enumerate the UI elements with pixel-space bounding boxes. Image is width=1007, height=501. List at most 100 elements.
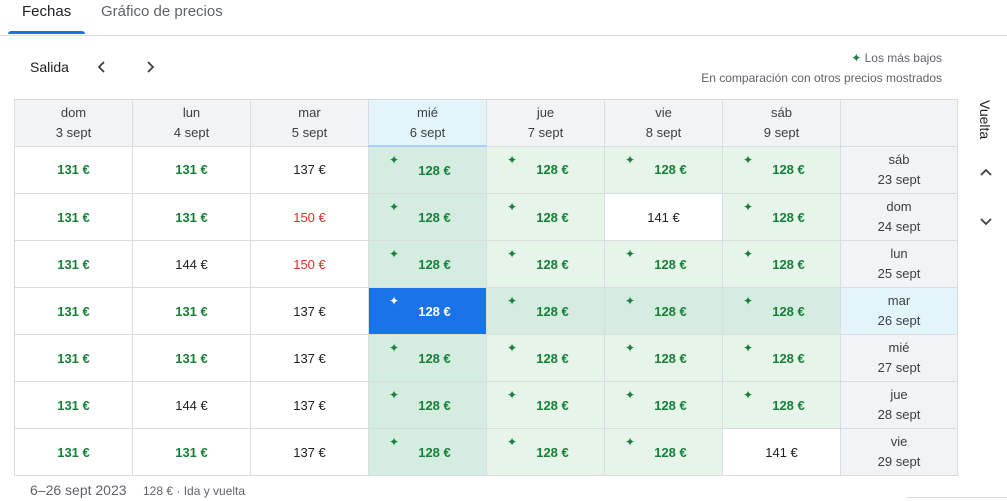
price-value: 128 €: [654, 162, 687, 178]
row-header: sáb 23 sept: [840, 145, 958, 194]
price-value: 128 €: [772, 350, 805, 366]
price-cell[interactable]: ✦ 128 €: [368, 334, 487, 382]
price-cell[interactable]: ✦ 128 €: [604, 287, 723, 335]
price-cell[interactable]: ✦ 128 €: [604, 145, 723, 194]
price-value: 128 €: [536, 209, 569, 225]
price-cell[interactable]: ✦ 128 €: [604, 428, 723, 476]
row-date: 28 sept: [877, 407, 921, 422]
price-cell[interactable]: ✦ 128 €: [368, 193, 487, 241]
price-cell[interactable]: ✦ 128 €: [486, 193, 605, 241]
column-header: dom 3 sept: [14, 99, 133, 147]
price-cell[interactable]: ✦ 128 €: [486, 240, 605, 288]
price-legend: ✦ Los más bajos En comparación con otros…: [701, 48, 942, 88]
price-value: 128 €: [772, 162, 805, 178]
price-cell[interactable]: 137 €: [250, 287, 369, 335]
price-cell[interactable]: 144 €: [132, 381, 251, 429]
price-value: 131 €: [57, 209, 90, 225]
price-cell[interactable]: 150 €: [250, 193, 369, 241]
price-cell[interactable]: ✦ 128 €: [486, 334, 605, 382]
price-cell[interactable]: 141 €: [604, 193, 723, 241]
sparkle-icon: ✦: [389, 153, 400, 167]
price-cell[interactable]: ✦ 128 €: [486, 381, 605, 429]
price-cell[interactable]: 137 €: [250, 145, 369, 194]
price-cell[interactable]: 131 €: [14, 428, 133, 476]
price-cell[interactable]: 131 €: [132, 428, 251, 476]
price-cell[interactable]: ✦ 128 €: [722, 381, 841, 429]
price-value: 128 €: [418, 303, 451, 319]
price-cell[interactable]: 131 €: [14, 334, 133, 382]
price-cell[interactable]: 137 €: [250, 334, 369, 382]
price-cell[interactable]: 131 €: [14, 240, 133, 288]
table-row: 131 € 131 € 137 € ✦ 128 € ✦ 128 € ✦ 128 € ✦ 128 € m…: [14, 287, 958, 335]
row-header: dom 24 sept: [840, 193, 958, 241]
price-value: 128 €: [536, 444, 569, 460]
row-dow: sáb: [888, 151, 910, 167]
row-date: 29 sept: [877, 454, 921, 469]
price-cell[interactable]: ✦ 128 €: [486, 145, 605, 194]
price-cell[interactable]: ✦ 128 €: [604, 240, 723, 288]
column-dow: mié: [417, 104, 438, 120]
price-cell[interactable]: 131 €: [132, 145, 251, 194]
price-cell[interactable]: 141 €: [722, 428, 841, 476]
price-value: 131 €: [57, 350, 90, 366]
price-cell[interactable]: ✦ 128 €: [486, 287, 605, 335]
price-value: 137 €: [293, 397, 326, 413]
price-cell[interactable]: ✦ 128 €: [722, 193, 841, 241]
price-cell[interactable]: 131 €: [14, 381, 133, 429]
price-cell[interactable]: 131 €: [132, 193, 251, 241]
price-cell[interactable]: 144 €: [132, 240, 251, 288]
price-cell[interactable]: 137 €: [250, 428, 369, 476]
price-cell[interactable]: 131 €: [14, 287, 133, 335]
sparkle-icon: ✦: [625, 341, 636, 355]
price-cell[interactable]: ✦ 128 €: [604, 334, 723, 382]
sparkle-icon: ✦: [743, 247, 754, 261]
price-value: 128 €: [772, 209, 805, 225]
price-value: 128 €: [536, 162, 569, 178]
row-dow: mié: [888, 340, 910, 355]
price-cell[interactable]: ✦ 128 €: [368, 145, 487, 194]
table-row: 131 € 131 € 137 € ✦ 128 € ✦ 128 € ✦ 128 € 141 € vi…: [14, 428, 958, 476]
row-header: jue 28 sept: [840, 381, 958, 429]
table-row: 131 € 131 € 137 € ✦ 128 € ✦ 128 € ✦ 128 € ✦ 128 € s…: [14, 145, 958, 194]
price-cell[interactable]: 131 €: [14, 145, 133, 194]
price-value: 131 €: [57, 162, 90, 178]
price-cell[interactable]: ✦ 128 €: [368, 428, 487, 476]
price-cell[interactable]: 131 €: [132, 287, 251, 335]
tab-fechas[interactable]: Fechas: [22, 3, 71, 20]
price-cell[interactable]: ✦ 128 €: [368, 381, 487, 429]
sparkle-icon: ✦: [625, 388, 636, 402]
sparkle-icon: ✦: [389, 200, 400, 214]
price-value: 137 €: [293, 303, 326, 319]
sparkle-icon: ✦: [507, 200, 518, 214]
price-cell[interactable]: ✦ 128 €: [486, 428, 605, 476]
sparkle-icon: ✦: [743, 200, 754, 214]
price-cell[interactable]: ✦ 128 €: [722, 240, 841, 288]
sparkle-icon: ✦: [743, 152, 754, 167]
price-cell[interactable]: ✦ 128 €: [368, 287, 487, 335]
sparkle-icon: ✦: [743, 341, 754, 355]
sparkle-icon: ✦: [507, 247, 518, 261]
price-value: 131 €: [175, 209, 208, 225]
price-cell[interactable]: ✦ 128 €: [722, 334, 841, 382]
price-cell[interactable]: 131 €: [132, 334, 251, 382]
salida-next-button[interactable]: [139, 56, 161, 78]
price-cell[interactable]: ✦ 128 €: [604, 381, 723, 429]
column-date: 4 sept: [173, 124, 210, 140]
sparkle-icon: ✦: [625, 435, 636, 449]
vuelta-prev-button[interactable]: [975, 162, 997, 184]
tab-grafico-precios[interactable]: Gráfico de precios: [101, 3, 223, 20]
price-cell[interactable]: ✦ 128 €: [722, 287, 841, 335]
vuelta-next-button[interactable]: [975, 210, 997, 232]
price-cell[interactable]: ✦ 128 €: [368, 240, 487, 288]
price-cell[interactable]: 150 €: [250, 240, 369, 288]
salida-prev-button[interactable]: [91, 56, 113, 78]
price-value: 128 €: [418, 350, 451, 366]
row-header: mar 26 sept: [840, 287, 958, 335]
price-cell[interactable]: 131 €: [14, 193, 133, 241]
price-cell[interactable]: ✦ 128 €: [722, 145, 841, 194]
sparkle-icon: ✦: [743, 294, 754, 308]
price-cell[interactable]: 137 €: [250, 381, 369, 429]
column-date: 3 sept: [55, 124, 92, 140]
column-header: vie 8 sept: [604, 99, 723, 147]
row-header: mié 27 sept: [840, 334, 958, 382]
